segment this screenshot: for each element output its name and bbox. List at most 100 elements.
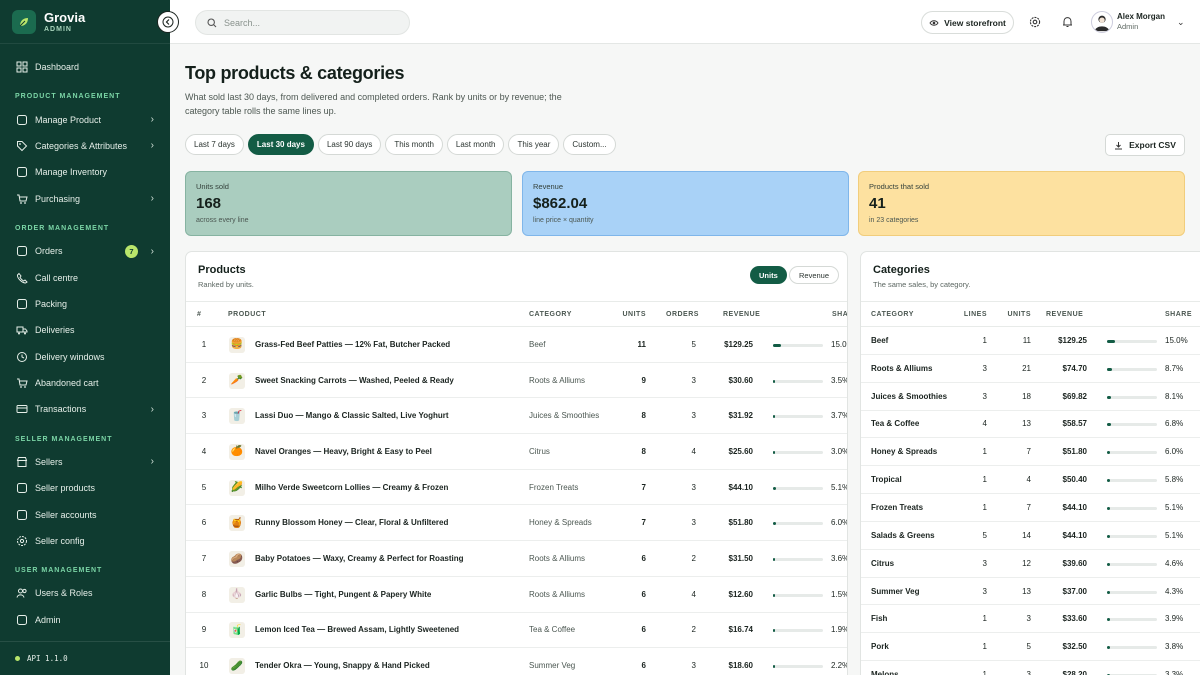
range-last-90-days-button[interactable]: Last 90 days	[317, 134, 382, 155]
sidebar-item-purchasing[interactable]: Purchasing ›	[0, 186, 170, 212]
product-thumbnail: 🥔	[229, 551, 245, 568]
share-bar-fill	[773, 450, 775, 454]
product-name-link[interactable]: Grass-Fed Beef Patties — 12% Fat, Butche…	[255, 340, 450, 349]
product-name-link[interactable]: Baby Potatoes — Waxy, Creamy & Perfect f…	[255, 554, 464, 563]
products-card: Products Ranked by units. Units Revenue …	[185, 251, 848, 675]
share-bar-fill	[1107, 367, 1112, 371]
product-name-link[interactable]: Sweet Snacking Carrots — Washed, Peeled …	[255, 376, 454, 385]
table-row[interactable]: 3 🥤 Lassi Duo — Mango & Classic Salted, Li…	[186, 398, 847, 435]
sidebar-item-delivery-windows[interactable]: Delivery windows	[0, 344, 170, 370]
category-cell: Frozen Treats	[529, 482, 579, 492]
table-row[interactable]: Frozen Treats 1 7 $44.10 5.1%	[861, 494, 1200, 522]
share-cell: 3.6%	[831, 554, 848, 564]
categories-subtitle: The same sales, by category.	[873, 280, 971, 289]
range-this-year-button[interactable]: This year	[508, 134, 560, 155]
sidebar-item-abandoned-cart[interactable]: Abandoned cart	[0, 370, 170, 396]
table-row[interactable]: Pork 1 5 $32.50 3.8%	[861, 633, 1200, 662]
sidebar-item-users-roles[interactable]: Users & Roles	[0, 580, 170, 606]
share-cell: 1.9%	[831, 625, 848, 635]
lines-cell: 1	[982, 670, 987, 675]
share-cell: 2.2%	[831, 661, 848, 671]
product-name-link[interactable]: Lemon Iced Tea — Brewed Assam, Lightly S…	[255, 625, 459, 634]
sidebar-item-seller-config[interactable]: Seller config	[0, 528, 170, 554]
view-storefront-button[interactable]: View storefront	[921, 11, 1014, 34]
orders-cell: 3	[691, 375, 696, 385]
units-cell: 7	[641, 482, 646, 492]
user-menu[interactable]: Alex Morgan Admin ⌄	[1091, 9, 1185, 35]
share-bar	[773, 486, 823, 490]
table-row[interactable]: 7 🥔 Baby Potatoes — Waxy, Creamy & Perfect…	[186, 541, 847, 577]
orders-cell: 3	[691, 518, 696, 528]
sidebar-item-manage-inventory[interactable]: Manage Inventory	[0, 159, 170, 185]
units-cell: 18	[1022, 391, 1031, 401]
range-last-7-days-button[interactable]: Last 7 days	[185, 134, 244, 155]
table-row[interactable]: 2 🥕 Sweet Snacking Carrots — Washed, Peele…	[186, 363, 847, 399]
product-thumbnail: 🥤	[229, 408, 245, 425]
table-row[interactable]: Melons 1 3 $28.20 3.3%	[861, 661, 1200, 675]
sidebar-item-call-centre[interactable]: Call centre	[0, 264, 170, 290]
sidebar-section-title: ORDER MANAGEMENT	[15, 224, 110, 232]
table-row[interactable]: Summer Veg 3 13 $37.00 4.3%	[861, 578, 1200, 606]
range-custom-button[interactable]: Custom...	[563, 134, 616, 155]
table-row[interactable]: Fish 1 3 $33.60 3.9%	[861, 606, 1200, 634]
sidebar-item-categories-attributes[interactable]: Categories & Attributes ›	[0, 133, 170, 159]
units-toggle[interactable]: Units	[750, 266, 787, 284]
table-row[interactable]: Salads & Greens 5 14 $44.10 5.1%	[861, 522, 1200, 550]
table-row[interactable]: 5 🌽 Milho Verde Sweetcorn Lollies — Creamy…	[186, 470, 847, 506]
notifications-button[interactable]	[1059, 14, 1075, 30]
sidebar-item-manage-product[interactable]: Manage Product ›	[0, 106, 170, 132]
table-row[interactable]: 9 🧃 Lemon Iced Tea — Brewed Assam, Lightly…	[186, 613, 847, 649]
product-name-link[interactable]: Navel Oranges — Heavy, Bright & Easy to …	[255, 447, 432, 456]
table-row[interactable]: Beef 1 11 $129.25 15.0%	[861, 327, 1200, 355]
collapse-sidebar-button[interactable]	[157, 11, 179, 33]
table-row[interactable]: 4 🍊 Navel Oranges — Heavy, Bright & Easy t…	[186, 434, 847, 470]
settings-button[interactable]	[1027, 14, 1043, 30]
revenue-cell: $33.60	[1062, 614, 1087, 624]
brand[interactable]: Grovia ADMIN	[0, 0, 170, 44]
sidebar-item-orders[interactable]: Orders 7 ›	[0, 238, 170, 264]
share-bar-fill	[773, 558, 775, 562]
revenue-cell: $32.50	[1062, 642, 1087, 652]
share-cell: 3.5%	[831, 375, 848, 385]
search-input[interactable]: Search...	[195, 10, 410, 35]
sidebar-item-transactions[interactable]: Transactions ›	[0, 396, 170, 422]
table-row[interactable]: Juices & Smoothies 3 18 $69.82 8.1%	[861, 383, 1200, 411]
rank-cell: 7	[201, 554, 207, 564]
table-row[interactable]: Citrus 3 12 $39.60 4.6%	[861, 550, 1200, 578]
revenue-toggle[interactable]: Revenue	[789, 266, 840, 284]
sidebar-item-seller-accounts[interactable]: Seller accounts	[0, 501, 170, 527]
sidebar-item-deliveries[interactable]: Deliveries	[0, 317, 170, 343]
column-header: SHARE	[832, 311, 848, 318]
table-row[interactable]: Tea & Coffee 4 13 $58.57 6.8%	[861, 411, 1200, 439]
range-last-30-days-button[interactable]: Last 30 days	[247, 134, 314, 155]
product-name-link[interactable]: Runny Blossom Honey — Clear, Floral & Un…	[255, 518, 448, 527]
box-icon	[16, 482, 28, 494]
table-row[interactable]: 8 🧄 Garlic Bulbs — Tight, Pungent & Papery…	[186, 577, 847, 613]
share-bar	[773, 522, 823, 526]
sidebar-item-admin[interactable]: Admin	[0, 607, 170, 633]
product-name-link[interactable]: Lassi Duo — Mango & Classic Salted, Live…	[255, 411, 449, 420]
product-name-link[interactable]: Tender Okra — Young, Snappy & Hand Picke…	[255, 661, 430, 670]
product-name-link[interactable]: Garlic Bulbs — Tight, Pungent & Papery W…	[255, 590, 431, 599]
export-csv-button[interactable]: Export CSV	[1105, 134, 1185, 156]
category-name: Honey & Spreads	[871, 447, 938, 457]
sidebar-item-dashboard[interactable]: Dashboard	[0, 54, 170, 80]
sidebar-item-sellers[interactable]: Sellers ›	[0, 449, 170, 475]
table-row[interactable]: Honey & Spreads 1 7 $51.80 6.0%	[861, 438, 1200, 467]
table-row[interactable]: Roots & Alliums 3 21 $74.70 8.7%	[861, 355, 1200, 383]
table-row[interactable]: 6 🍯 Runny Blossom Honey — Clear, Floral & …	[186, 506, 847, 542]
column-header: SHARE	[1165, 311, 1193, 318]
table-row[interactable]: 1 🍔 Grass-Fed Beef Patties — 12% Fat, Butc…	[186, 327, 847, 363]
category-cell: Citrus	[529, 446, 550, 456]
share-bar-fill	[1107, 395, 1112, 399]
units-cell: 6	[641, 661, 646, 671]
range-this-month-button[interactable]: This month	[385, 134, 443, 155]
sidebar-item-seller-products[interactable]: Seller products	[0, 475, 170, 501]
sidebar-item-packing[interactable]: Packing	[0, 291, 170, 317]
lines-cell: 3	[982, 586, 987, 596]
range-last-month-button[interactable]: Last month	[446, 134, 505, 155]
table-row[interactable]: Tropical 1 4 $50.40 5.8%	[861, 466, 1200, 495]
wallet-icon	[16, 509, 28, 521]
product-name-link[interactable]: Milho Verde Sweetcorn Lollies — Creamy &…	[255, 483, 448, 492]
table-row[interactable]: 10 🥒 Tender Okra — Young, Snappy & Hand Pi…	[186, 648, 847, 675]
